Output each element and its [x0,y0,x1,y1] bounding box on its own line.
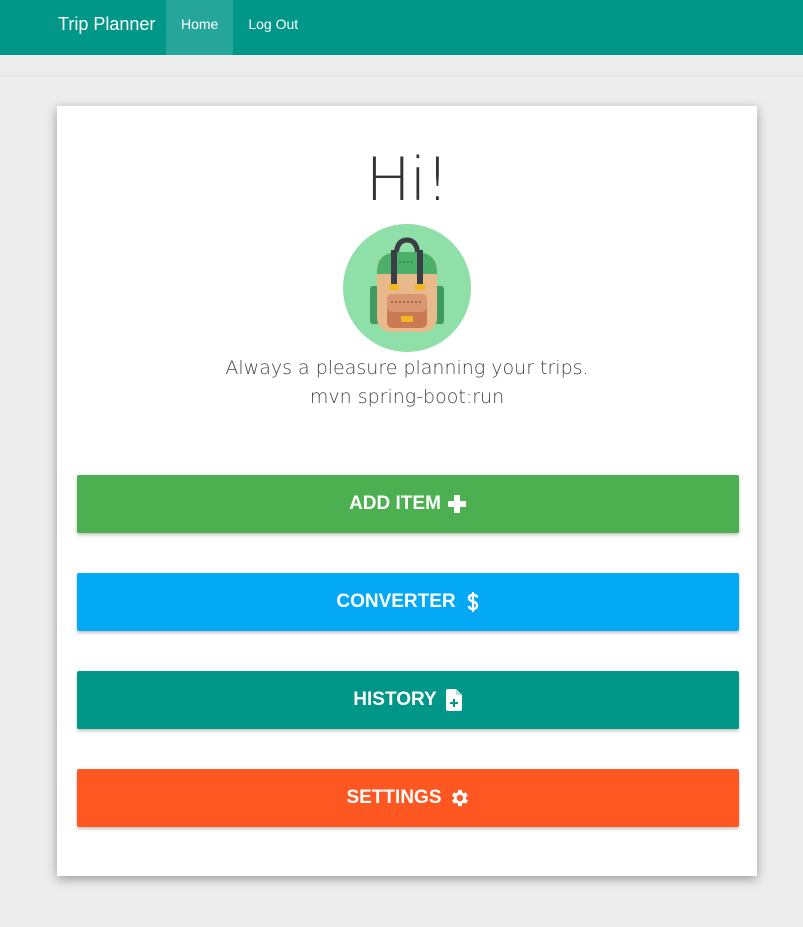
welcome-card: Hi! Always a pleasure planning your trip… [57,106,757,876]
converter-label: CONVERTER [336,591,456,612]
converter-button[interactable]: CONVERTER [77,573,739,631]
backpack-icon [343,224,471,352]
add-item-button[interactable]: ADD ITEM [77,475,739,533]
file-add-icon [445,689,463,711]
nav-home[interactable]: Home [166,0,234,55]
app-brand[interactable]: Trip Planner [0,0,166,55]
tagline-text: Always a pleasure planning your trips. m… [57,354,757,412]
settings-label: SETTINGS [346,787,442,808]
greeting-heading: Hi! [365,145,450,215]
add-item-label: ADD ITEM [349,493,441,514]
plus-icon [447,494,467,514]
subbar-divider [0,75,803,76]
settings-button[interactable]: SETTINGS [77,769,739,827]
command-line: mvn spring-boot:run [309,386,505,408]
history-button[interactable]: HISTORY [77,671,739,729]
tagline-line: Always a pleasure planning your trips. [225,357,589,379]
gear-icon [448,787,470,809]
nav-logout[interactable]: Log Out [233,0,313,55]
top-navbar: Trip Planner Home Log Out [0,0,803,55]
history-label: HISTORY [353,689,437,710]
dollar-icon [466,591,480,613]
